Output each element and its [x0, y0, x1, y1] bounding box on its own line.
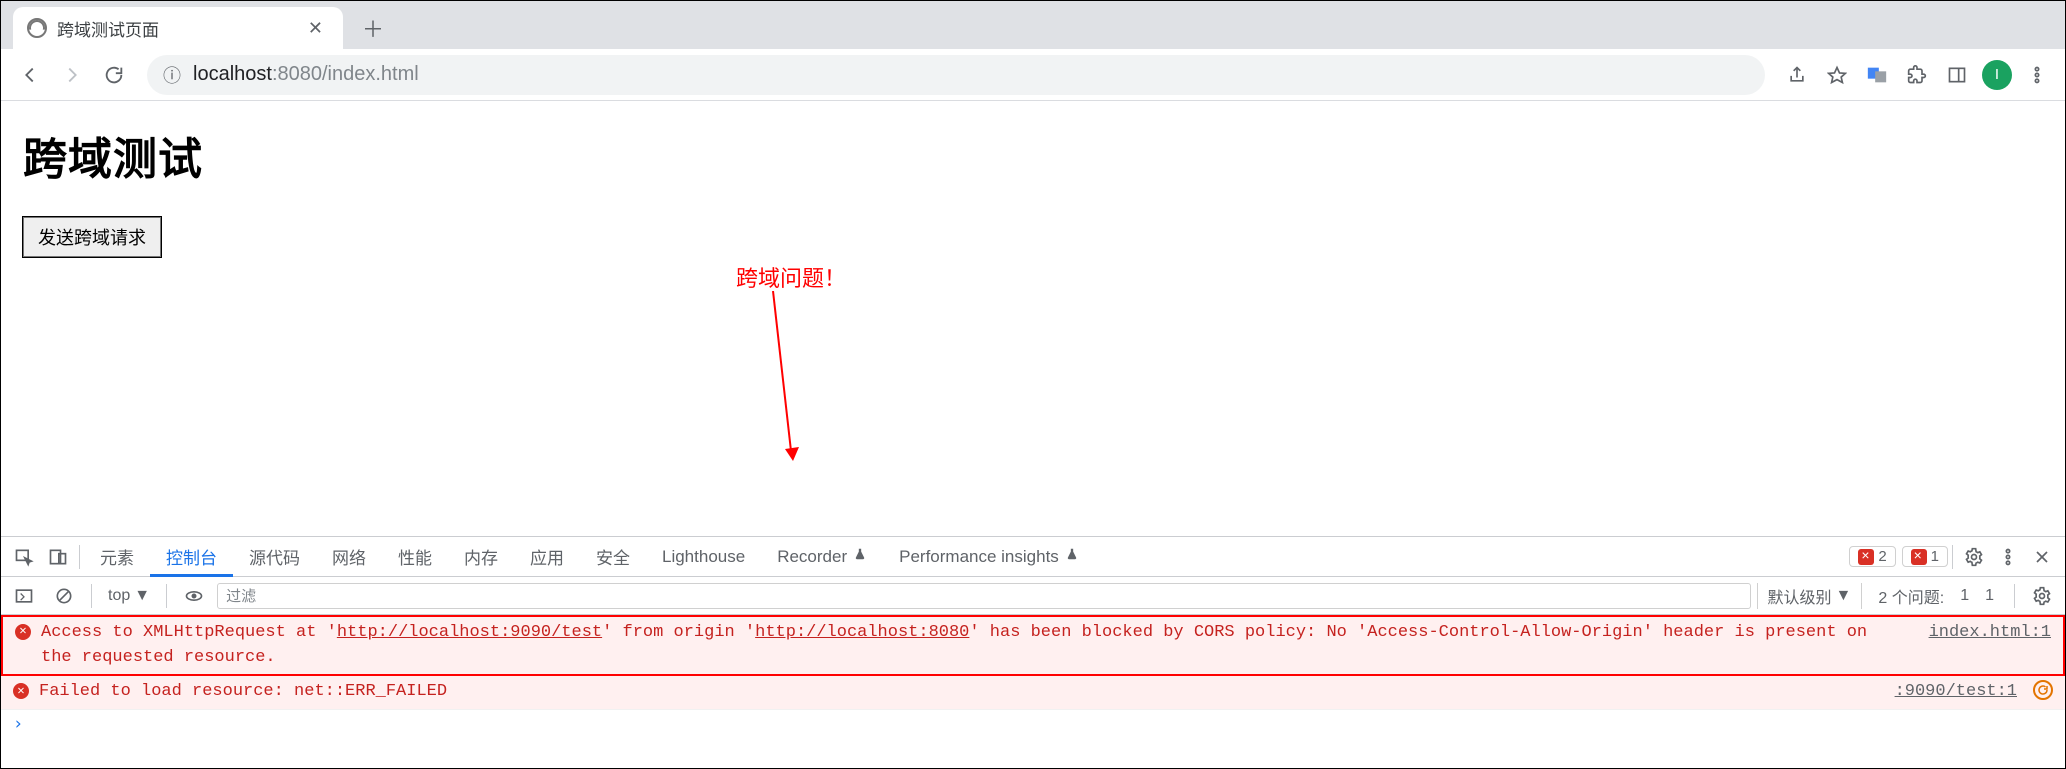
flask-icon: [1065, 546, 1079, 567]
back-button[interactable]: [11, 56, 49, 94]
devtools-tab[interactable]: Performance insights: [883, 537, 1095, 577]
share-icon[interactable]: [1779, 57, 1815, 93]
tab-strip: 跨域测试页面 ✕ ＋: [1, 1, 2065, 49]
devtools-tab[interactable]: Lighthouse: [646, 537, 761, 577]
devtools-tab[interactable]: 网络: [316, 537, 382, 577]
devtools-close-icon[interactable]: [2025, 540, 2059, 574]
console-error-row: ✕ Access to XMLHttpRequest at 'http://loc…: [1, 615, 2065, 676]
console-output: ✕ Access to XMLHttpRequest at 'http://loc…: [1, 615, 2065, 768]
flask-icon: [853, 546, 867, 567]
live-expression-icon[interactable]: [177, 579, 211, 613]
devtools-tab[interactable]: 安全: [580, 537, 646, 577]
console-source-link[interactable]: :9090/test:1: [1875, 680, 2017, 705]
repeat-icon: [2033, 680, 2053, 700]
browser-tab[interactable]: 跨域测试页面 ✕: [13, 7, 343, 49]
console-error-row: ✕ Failed to load resource: net::ERR_FAILE…: [1, 676, 2065, 710]
profile-avatar[interactable]: I: [1979, 57, 2015, 93]
annotation-arrow: [763, 291, 803, 461]
tab-title: 跨域测试页面: [57, 16, 304, 41]
error-icon: ✕: [15, 624, 31, 640]
console-settings-icon[interactable]: [2025, 579, 2059, 613]
forward-button[interactable]: [53, 56, 91, 94]
console-prompt[interactable]: ›: [1, 710, 2065, 738]
error-icon: ✕: [13, 683, 29, 699]
page-viewport: 跨域测试 发送跨域请求 跨域问题！: [1, 101, 2065, 536]
send-cors-request-button[interactable]: 发送跨域请求: [23, 217, 161, 257]
console-sidebar-toggle-icon[interactable]: [7, 579, 41, 613]
error-dot-icon: [1911, 549, 1927, 565]
side-panel-icon[interactable]: [1939, 57, 1975, 93]
console-message: Access to XMLHttpRequest at 'http://loca…: [41, 621, 1899, 670]
console-message: Failed to load resource: net::ERR_FAILED: [39, 680, 1865, 705]
devtools-issues-badge[interactable]: 1: [1902, 546, 1948, 567]
devtools-tab[interactable]: 性能: [382, 537, 448, 577]
site-info-icon[interactable]: ⓘ: [163, 62, 181, 88]
url-text: localhost:8080/index.html: [193, 63, 419, 86]
devtools-tab[interactable]: 应用: [514, 537, 580, 577]
devtools-tab[interactable]: 源代码: [233, 537, 316, 577]
chrome-menu-icon[interactable]: [2019, 57, 2055, 93]
bookmark-star-icon[interactable]: [1819, 57, 1855, 93]
translate-icon[interactable]: [1859, 57, 1895, 93]
devtools-errors-badge[interactable]: 2: [1849, 546, 1895, 567]
inspect-element-icon[interactable]: [7, 540, 41, 574]
devtools-panel: 元素控制台源代码网络性能内存应用安全LighthouseRecorderPerf…: [1, 536, 2065, 768]
chevron-down-icon: ▼: [134, 587, 150, 605]
devtools-tab[interactable]: 控制台: [150, 537, 233, 577]
browser-toolbar: ⓘ localhost:8080/index.html I: [1, 49, 2065, 101]
devtools-tabstrip: 元素控制台源代码网络性能内存应用安全LighthouseRecorderPerf…: [1, 537, 2065, 577]
address-bar[interactable]: ⓘ localhost:8080/index.html: [147, 55, 1765, 95]
console-toolbar: top▼ 过滤 默认级别▼ 2 个问题: 1 1: [1, 577, 2065, 615]
devtools-tab[interactable]: 内存: [448, 537, 514, 577]
reload-button[interactable]: [95, 56, 133, 94]
console-issues-summary[interactable]: 2 个问题: 1 1: [1868, 584, 2004, 608]
tab-close-icon[interactable]: ✕: [304, 14, 327, 43]
clear-console-icon[interactable]: [47, 579, 81, 613]
console-source-link[interactable]: index.html:1: [1909, 621, 2051, 646]
devtools-tab[interactable]: 元素: [84, 537, 150, 577]
new-tab-button[interactable]: ＋: [355, 10, 391, 46]
error-dot-icon: [1858, 549, 1874, 565]
device-toggle-icon[interactable]: [41, 540, 75, 574]
annotation-label: 跨域问题！: [736, 261, 846, 293]
globe-icon: [27, 18, 47, 38]
devtools-tab[interactable]: Recorder: [761, 537, 883, 577]
execution-context-selector[interactable]: top▼: [102, 587, 156, 605]
chevron-down-icon: ▼: [1836, 587, 1852, 605]
log-level-selector[interactable]: 默认级别▼: [1757, 583, 1863, 609]
extensions-icon[interactable]: [1899, 57, 1935, 93]
page-heading: 跨域测试: [23, 123, 2043, 187]
console-filter-input[interactable]: 过滤: [217, 583, 1750, 609]
devtools-settings-icon[interactable]: [1957, 540, 1991, 574]
devtools-more-icon[interactable]: [1991, 540, 2025, 574]
